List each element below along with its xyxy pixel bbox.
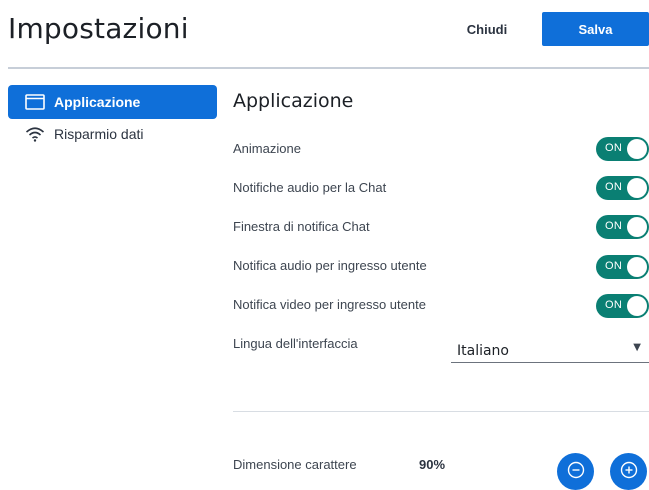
setting-label-animazione: Animazione xyxy=(233,141,301,156)
toggle-knob xyxy=(627,257,647,277)
toggle-state: ON xyxy=(605,142,623,154)
page-title: Impostazioni xyxy=(8,12,189,45)
setting-label-dimensione-carattere: Dimensione carattere xyxy=(233,457,357,472)
close-button[interactable]: Chiudi xyxy=(452,12,522,46)
header-divider xyxy=(8,67,649,69)
toggle-knob xyxy=(627,217,647,237)
setting-label-notifiche-audio-chat: Notifiche audio per la Chat xyxy=(233,180,387,195)
toggle-state: ON xyxy=(605,260,623,272)
increase-font-button[interactable] xyxy=(610,453,647,490)
toggle-finestra-notifica-chat[interactable]: ON xyxy=(596,215,649,239)
toggle-state: ON xyxy=(605,299,623,311)
window-icon xyxy=(24,93,46,111)
toggle-knob xyxy=(627,296,647,316)
toggle-notifica-audio-ingresso[interactable]: ON xyxy=(596,255,649,279)
minus-circle-icon xyxy=(567,461,585,483)
setting-label-notifica-video-ingresso: Notifica video per ingresso utente xyxy=(233,297,426,312)
toggle-knob xyxy=(627,139,647,159)
toggle-knob xyxy=(627,178,647,198)
decrease-font-button[interactable] xyxy=(557,453,594,490)
toggle-animazione[interactable]: ON xyxy=(596,137,649,161)
language-select[interactable]: Italiano ▼ xyxy=(451,337,649,363)
toggle-state: ON xyxy=(605,181,623,193)
sidebar-item-label: Risparmio dati xyxy=(54,126,144,142)
sidebar-item-label: Applicazione xyxy=(54,94,141,110)
section-title: Applicazione xyxy=(233,90,354,112)
section-divider xyxy=(233,411,649,412)
plus-circle-icon xyxy=(620,461,638,483)
toggle-state: ON xyxy=(605,220,623,232)
sidebar-item-risparmio-dati[interactable]: Risparmio dati xyxy=(8,121,217,147)
sidebar-nav: Applicazione Risparmio dati xyxy=(8,85,217,153)
language-selected-value: Italiano xyxy=(457,343,509,359)
toggle-notifica-video-ingresso[interactable]: ON xyxy=(596,294,649,318)
wifi-icon xyxy=(24,125,46,143)
toggle-notifiche-audio-chat[interactable]: ON xyxy=(596,176,649,200)
caret-down-icon: ▼ xyxy=(633,342,641,353)
sidebar-item-applicazione[interactable]: Applicazione xyxy=(8,85,217,119)
setting-label-notifica-audio-ingresso: Notifica audio per ingresso utente xyxy=(233,258,427,273)
setting-label-finestra-notifica-chat: Finestra di notifica Chat xyxy=(233,219,370,234)
setting-label-lingua: Lingua dell'interfaccia xyxy=(233,336,358,351)
font-size-value: 90% xyxy=(419,457,446,472)
save-button[interactable]: Salva xyxy=(542,12,649,46)
